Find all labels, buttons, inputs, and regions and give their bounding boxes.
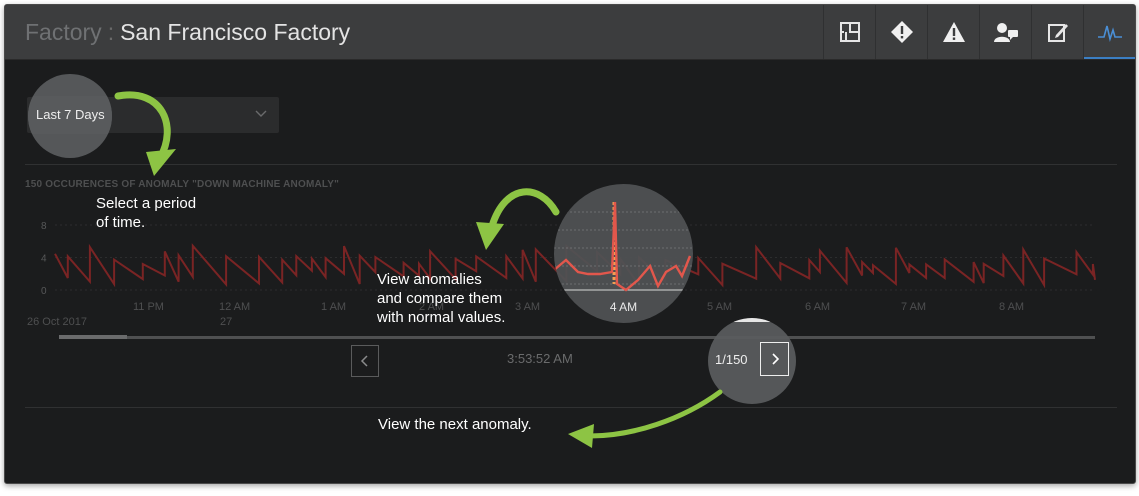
arrow-period-head xyxy=(146,149,176,176)
arrow-compare-head xyxy=(476,222,504,250)
arrow-period xyxy=(114,91,171,162)
note-compare-line-1: View anomalies xyxy=(377,271,482,288)
note-next: View the next anomaly. xyxy=(378,416,532,433)
note-period: Select a period of time. xyxy=(96,194,196,232)
tutorial-arrows xyxy=(114,91,723,448)
note-compare-line-2: and compare them xyxy=(377,290,503,307)
note-period-line-2: of time. xyxy=(96,214,146,231)
note-compare-line-3: with normal values. xyxy=(377,309,506,326)
note-compare: View anomalies and compare them with nor… xyxy=(377,270,505,327)
note-period-line-1: Select a period xyxy=(96,195,197,212)
arrow-next xyxy=(587,389,723,439)
arrow-compare xyxy=(488,188,560,230)
arrow-next-head xyxy=(568,424,594,448)
